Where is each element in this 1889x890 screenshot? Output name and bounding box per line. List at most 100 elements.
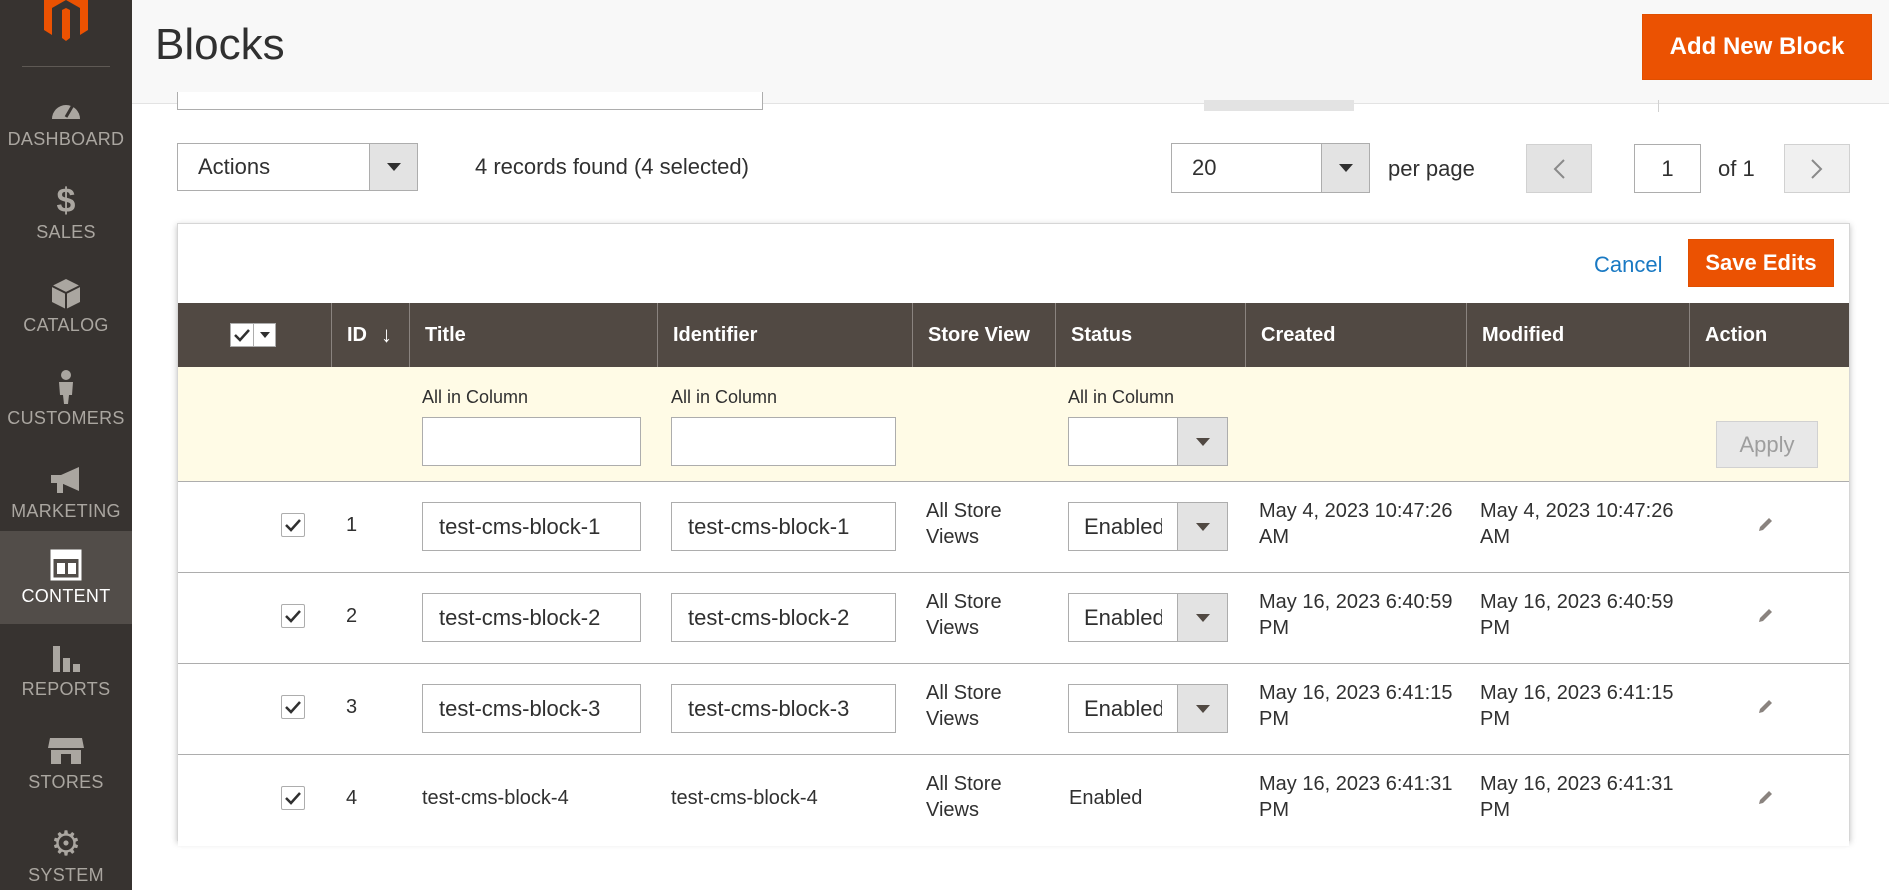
identifier-input[interactable]: test-cms-block-1 xyxy=(671,502,896,551)
title-input[interactable]: test-cms-block-3 xyxy=(422,684,641,733)
cell-created: May 16, 2023 6:41:31 PM xyxy=(1259,771,1452,823)
identifier-input[interactable]: test-cms-block-3 xyxy=(671,684,896,733)
nav-dashboard[interactable]: DASHBOARD xyxy=(0,74,132,167)
status-select[interactable]: Enabled xyxy=(1068,502,1228,551)
cell-id: 3 xyxy=(346,696,358,718)
column-created[interactable]: Created xyxy=(1245,303,1466,367)
next-page-button[interactable] xyxy=(1784,144,1850,193)
row-checkbox[interactable] xyxy=(281,513,305,537)
mass-select-checkbox[interactable] xyxy=(230,323,276,347)
bulk-status-select[interactable] xyxy=(1068,417,1228,466)
nav-catalog[interactable]: CATALOG xyxy=(0,260,132,353)
page-title: Blocks xyxy=(155,20,285,69)
bulk-label-identifier: All in Column xyxy=(671,387,778,407)
pencil-icon[interactable] xyxy=(1754,514,1776,536)
dashboard-icon xyxy=(46,88,86,128)
cell-modified: May 4, 2023 10:47:26 AM xyxy=(1480,498,1673,550)
row-checkbox[interactable] xyxy=(281,695,305,719)
status-select[interactable]: Enabled xyxy=(1068,684,1228,733)
created-line: PM xyxy=(1259,617,1289,639)
title-input[interactable]: test-cms-block-2 xyxy=(422,593,641,642)
checkmark-icon xyxy=(285,792,301,805)
nav-label: CONTENT xyxy=(21,586,111,606)
bar-chart-icon xyxy=(46,638,86,678)
bulk-identifier-input[interactable] xyxy=(671,417,896,466)
modified-line: AM xyxy=(1480,526,1510,548)
column-label: Store View xyxy=(928,323,1030,346)
row-checkbox[interactable] xyxy=(281,786,305,810)
column-identifier[interactable]: Identifier xyxy=(657,303,912,367)
megaphone-icon xyxy=(46,460,86,500)
status-select[interactable]: Enabled xyxy=(1068,593,1228,642)
previous-page-button[interactable] xyxy=(1526,144,1592,193)
cell-store-view: All Store Views xyxy=(926,771,1002,823)
cell-title: test-cms-block-4 xyxy=(422,787,569,809)
bulk-title-input[interactable] xyxy=(422,417,641,466)
pencil-icon[interactable] xyxy=(1754,787,1776,809)
chevron-down-icon xyxy=(1177,685,1227,732)
nav-label: SYSTEM xyxy=(28,865,104,885)
created-line: May 16, 2023 6:41:15 xyxy=(1259,682,1453,704)
magento-logo[interactable] xyxy=(0,0,132,66)
add-new-block-button[interactable]: Add New Block xyxy=(1642,14,1872,80)
save-edits-button[interactable]: Save Edits xyxy=(1688,239,1834,287)
nav-system[interactable]: ⚙ SYSTEM xyxy=(0,810,132,890)
cell-id: 4 xyxy=(346,787,358,809)
row-checkbox[interactable] xyxy=(281,604,305,628)
store-view-line: All Store xyxy=(926,773,1002,795)
store-view-line: All Store xyxy=(926,591,1002,613)
keyword-search-input[interactable] xyxy=(177,92,763,110)
store-view-line: Views xyxy=(926,526,979,548)
pencil-icon[interactable] xyxy=(1754,605,1776,627)
page-number-input[interactable] xyxy=(1634,144,1701,193)
column-title[interactable]: Title xyxy=(409,303,657,367)
chevron-left-icon xyxy=(1553,158,1565,179)
column-modified[interactable]: Modified xyxy=(1466,303,1689,367)
modified-line: May 4, 2023 10:47:26 xyxy=(1480,500,1674,522)
cell-created: May 16, 2023 6:40:59 PM xyxy=(1259,589,1452,641)
nav-label: DASHBOARD xyxy=(7,129,125,149)
identifier-input[interactable]: test-cms-block-2 xyxy=(671,593,896,642)
per-page-value: 20 xyxy=(1192,155,1217,180)
column-store-view[interactable]: Store View xyxy=(912,303,1055,367)
nav-content[interactable]: CONTENT xyxy=(0,531,132,624)
apply-button[interactable]: Apply xyxy=(1716,421,1818,468)
pencil-icon[interactable] xyxy=(1754,696,1776,718)
gear-icon: ⚙ xyxy=(50,825,82,863)
chevron-down-icon xyxy=(1177,503,1227,550)
cell-created: May 16, 2023 6:41:15 PM xyxy=(1259,680,1452,732)
modified-line: PM xyxy=(1480,799,1510,821)
cell-id: 1 xyxy=(346,514,358,536)
created-line: May 4, 2023 10:47:26 xyxy=(1259,500,1453,522)
cell-modified: May 16, 2023 6:40:59 PM xyxy=(1480,589,1673,641)
cell-store-view: All Store Views xyxy=(926,680,1002,732)
checkmark-icon xyxy=(285,610,301,623)
column-status[interactable]: Status xyxy=(1055,303,1245,367)
column-label: ID xyxy=(347,323,367,346)
nav-stores[interactable]: STORES xyxy=(0,717,132,810)
page-header xyxy=(132,0,1889,104)
cancel-link[interactable]: Cancel xyxy=(1594,252,1662,278)
actions-select[interactable]: Actions xyxy=(177,143,418,191)
title-input[interactable]: test-cms-block-1 xyxy=(422,502,641,551)
status-value: Enabled xyxy=(1084,513,1162,539)
nav-marketing[interactable]: MARKETING xyxy=(0,446,132,539)
modified-line: PM xyxy=(1480,617,1510,639)
inline-edit-bar: Cancel Save Edits xyxy=(178,224,1849,303)
table-row: 1 test-cms-block-1 test-cms-block-1 All … xyxy=(178,482,1849,573)
column-id[interactable]: ID ↓ xyxy=(331,303,409,367)
actions-label: Actions xyxy=(198,154,271,179)
modified-line: May 16, 2023 6:40:59 xyxy=(1480,591,1674,613)
cell-identifier: test-cms-block-4 xyxy=(671,787,818,809)
checkmark-icon xyxy=(285,701,301,714)
nav-reports[interactable]: REPORTS xyxy=(0,624,132,717)
nav-label: MARKETING xyxy=(11,501,121,521)
bulk-edit-row: All in Column All in Column All in Colum… xyxy=(178,367,1849,482)
nav-sales[interactable]: $ SALES xyxy=(0,167,132,260)
cell-store-view: All Store Views xyxy=(926,589,1002,641)
filters-button[interactable] xyxy=(1204,100,1354,111)
nav-label: CUSTOMERS xyxy=(7,408,125,428)
per-page-select[interactable]: 20 xyxy=(1171,143,1370,193)
nav-customers[interactable]: CUSTOMERS xyxy=(0,353,132,446)
column-label: Title xyxy=(425,323,466,346)
